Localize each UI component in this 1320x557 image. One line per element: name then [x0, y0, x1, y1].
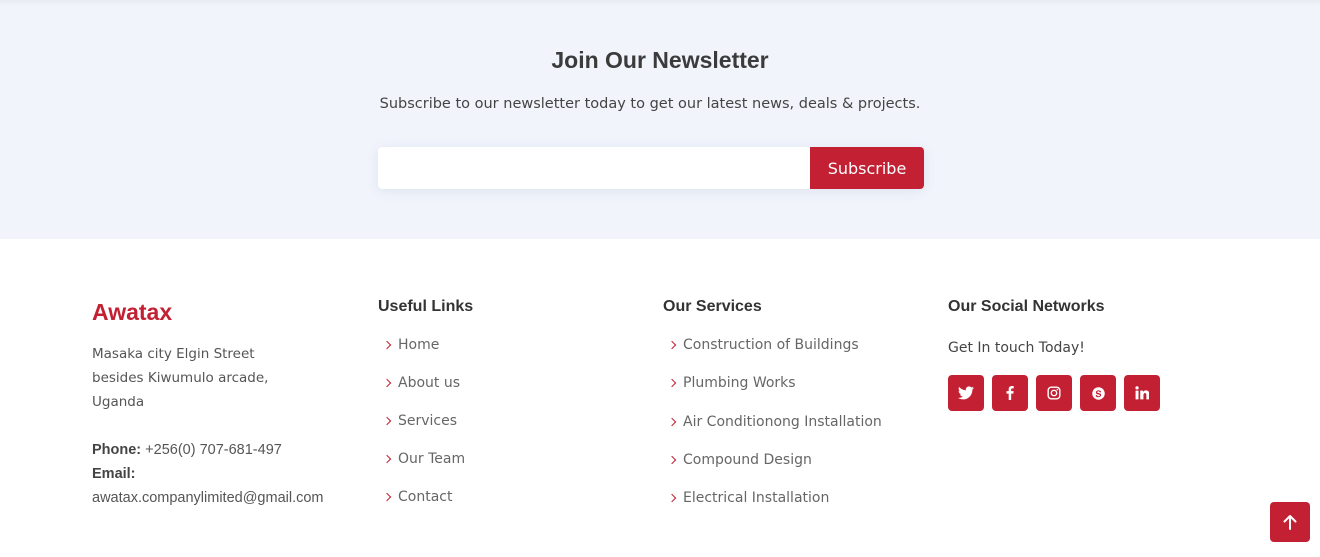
newsletter-subtitle: Subscribe to our newsletter today to get… — [379, 96, 921, 112]
footer-link-contact[interactable]: Contact — [378, 488, 638, 526]
social-title: Our Social Networks — [948, 298, 1105, 315]
phone-row: Phone: +256(0) 707-681-497 — [92, 438, 362, 462]
footer-link-label: Our Team — [398, 451, 466, 467]
arrow-up-icon — [1283, 515, 1297, 530]
footer-link-label: Home — [398, 337, 440, 353]
newsletter-title: Join Our Newsletter — [551, 47, 769, 73]
chevron-right-icon — [667, 417, 677, 426]
useful-links-title: Useful Links — [378, 298, 474, 315]
address-line: besides Kiwumulo arcade, — [92, 370, 269, 386]
social-tagline: Get In touch Today! — [948, 340, 1085, 356]
newsletter-email-input[interactable] — [378, 147, 810, 189]
chevron-right-icon — [667, 340, 677, 350]
skype-icon — [1091, 386, 1105, 400]
service-link-electrical[interactable]: Electrical Installation — [663, 489, 923, 527]
twitter-link[interactable] — [948, 375, 984, 411]
service-link-label: Plumbing Works — [683, 375, 796, 392]
chevron-right-icon — [667, 455, 677, 465]
linkedin-link[interactable] — [1124, 375, 1160, 411]
email-row: Email: — [92, 462, 362, 486]
address-line: Masaka city Elgin Street — [92, 346, 255, 362]
chevron-right-icon — [382, 454, 392, 464]
useful-links-list: Home About us Services Our Team Contact — [378, 336, 638, 526]
social-links — [948, 375, 1160, 411]
service-link-air-conditioning[interactable]: Air Conditionong Installation — [663, 413, 923, 451]
chevron-right-icon — [667, 379, 677, 388]
brand-name[interactable]: Awatax — [92, 299, 172, 326]
company-contact: Phone: +256(0) 707-681-497 Email: awatax… — [92, 438, 362, 510]
services-list: Construction of Buildings Plumbing Works… — [663, 336, 923, 527]
footer-link-label: Services — [398, 413, 458, 429]
service-link-label: Electrical Installation — [683, 490, 830, 507]
email-address: awatax.companylimited@gmail.com — [92, 490, 324, 506]
address-line: Uganda — [92, 394, 145, 410]
service-link-label: Air Conditionong Installation — [683, 413, 882, 430]
company-address: Masaka city Elgin Street besides Kiwumul… — [92, 342, 352, 414]
back-to-top-button[interactable] — [1270, 502, 1310, 542]
chevron-right-icon — [382, 416, 392, 426]
instagram-link[interactable] — [1036, 375, 1072, 411]
linkedin-icon — [1135, 386, 1149, 400]
services-title: Our Services — [663, 298, 762, 315]
subscribe-button[interactable]: Subscribe — [810, 147, 924, 189]
phone-number: +256(0) 707-681-497 — [145, 442, 282, 458]
facebook-icon — [1006, 386, 1014, 400]
service-link-label: Compound Design — [683, 451, 812, 468]
footer-link-label: Contact — [398, 489, 453, 505]
footer-link-home[interactable]: Home — [378, 336, 638, 374]
phone-label: Phone: — [92, 442, 142, 458]
service-link-label: Construction of Buildings — [683, 337, 859, 353]
chevron-right-icon — [667, 493, 677, 503]
instagram-icon — [1047, 386, 1061, 400]
newsletter-form: Subscribe — [378, 147, 924, 189]
service-link-plumbing[interactable]: Plumbing Works — [663, 374, 923, 412]
footer-link-team[interactable]: Our Team — [378, 450, 638, 488]
chevron-right-icon — [382, 340, 392, 350]
chevron-right-icon — [382, 378, 392, 388]
footer-link-about[interactable]: About us — [378, 374, 638, 412]
newsletter-section: Join Our Newsletter Subscribe to our new… — [0, 0, 1320, 239]
facebook-link[interactable] — [992, 375, 1028, 411]
twitter-icon — [958, 386, 974, 400]
footer-link-label: About us — [398, 375, 461, 391]
skype-link[interactable] — [1080, 375, 1116, 411]
footer-link-services[interactable]: Services — [378, 412, 638, 450]
footer: Awatax Masaka city Elgin Street besides … — [0, 239, 1320, 557]
service-link-compound-design[interactable]: Compound Design — [663, 451, 923, 489]
chevron-right-icon — [382, 492, 392, 502]
email-label: Email: — [92, 466, 136, 482]
service-link-construction[interactable]: Construction of Buildings — [663, 336, 923, 374]
